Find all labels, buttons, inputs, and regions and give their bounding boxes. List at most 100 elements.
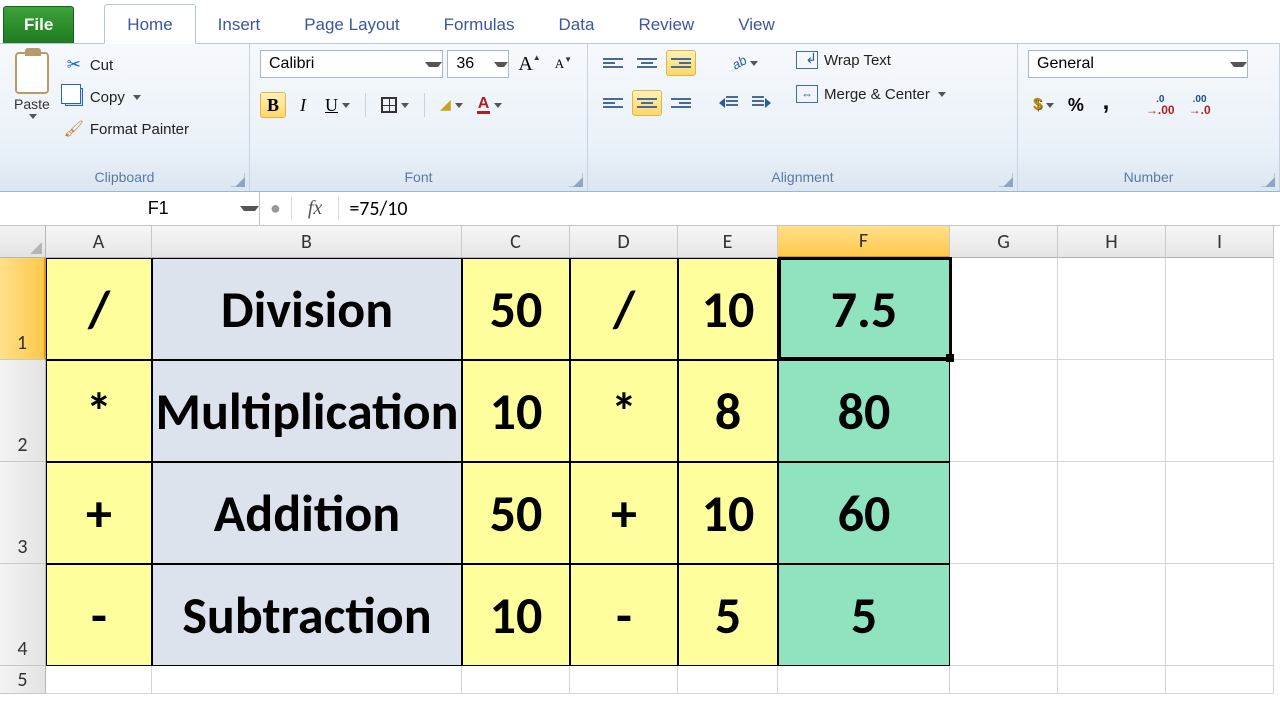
cell-D5[interactable]: [570, 666, 678, 694]
cell-B5[interactable]: [152, 666, 462, 694]
tab-home[interactable]: Home: [104, 4, 195, 44]
cell-C4[interactable]: 10: [462, 564, 570, 666]
font-size-combo[interactable]: [447, 50, 509, 78]
comma-style-button[interactable]: [1093, 92, 1119, 118]
chevron-down-icon[interactable]: [1230, 62, 1247, 67]
cell-G1[interactable]: [950, 258, 1058, 360]
col-header-D[interactable]: D: [570, 226, 678, 258]
cell-E4[interactable]: 5: [678, 564, 778, 666]
align-left-button[interactable]: [598, 90, 628, 116]
cell-A5[interactable]: [46, 666, 152, 694]
format-painter-button[interactable]: Format Painter: [62, 118, 191, 140]
tab-review[interactable]: Review: [616, 5, 716, 43]
cell-I2[interactable]: [1166, 360, 1274, 462]
cut-button[interactable]: Cut: [62, 54, 191, 76]
cell-E2[interactable]: 8: [678, 360, 778, 462]
cell-G5[interactable]: [950, 666, 1058, 694]
tab-page-layout[interactable]: Page Layout: [282, 5, 421, 43]
tab-formulas[interactable]: Formulas: [422, 5, 537, 43]
col-header-F[interactable]: F: [778, 226, 950, 258]
align-center-button[interactable]: [632, 90, 662, 116]
cell-G4[interactable]: [950, 564, 1058, 666]
cell-B3[interactable]: Addition: [152, 462, 462, 564]
cell-D2[interactable]: *: [570, 360, 678, 462]
col-header-C[interactable]: C: [462, 226, 570, 258]
align-bottom-button[interactable]: [666, 50, 696, 76]
cell-E5[interactable]: [678, 666, 778, 694]
cell-C5[interactable]: [462, 666, 570, 694]
cell-E3[interactable]: 10: [678, 462, 778, 564]
align-top-button[interactable]: [598, 50, 628, 76]
font-name-combo[interactable]: [260, 50, 443, 78]
cell-B4[interactable]: Subtraction: [152, 564, 462, 666]
cell-H3[interactable]: [1058, 462, 1166, 564]
align-right-button[interactable]: [666, 90, 696, 116]
cell-F3[interactable]: 60: [778, 462, 950, 564]
row-header-2[interactable]: 2: [0, 360, 46, 462]
cell-D3[interactable]: +: [570, 462, 678, 564]
number-format-combo[interactable]: [1028, 50, 1248, 78]
col-header-E[interactable]: E: [678, 226, 778, 258]
formula-input[interactable]: [339, 197, 1280, 221]
cell-G2[interactable]: [950, 360, 1058, 462]
cell-A4[interactable]: -: [46, 564, 152, 666]
bold-button[interactable]: B: [260, 92, 286, 118]
align-middle-button[interactable]: [632, 50, 662, 76]
paste-button[interactable]: Paste: [10, 50, 54, 121]
cancel-formula-icon[interactable]: ●: [260, 198, 291, 219]
italic-button[interactable]: I: [290, 92, 316, 118]
cell-C1[interactable]: 50: [462, 258, 570, 360]
row-header-5[interactable]: 5: [0, 666, 46, 694]
select-all-button[interactable]: [0, 226, 46, 258]
row-header-4[interactable]: 4: [0, 564, 46, 666]
cell-D1[interactable]: /: [570, 258, 678, 360]
increase-decimal-button[interactable]: .0→.00: [1141, 92, 1180, 118]
decrease-font-button[interactable]: [550, 51, 577, 77]
tab-insert[interactable]: Insert: [196, 5, 283, 43]
row-header-3[interactable]: 3: [0, 462, 46, 564]
cell-reference-input[interactable]: [0, 197, 238, 220]
chevron-down-icon[interactable]: [425, 62, 442, 67]
cell-I3[interactable]: [1166, 462, 1274, 564]
dialog-launcher-icon[interactable]: [569, 173, 583, 187]
cell-I1[interactable]: [1166, 258, 1274, 360]
cell-H1[interactable]: [1058, 258, 1166, 360]
chevron-down-icon[interactable]: [494, 62, 508, 67]
accounting-format-button[interactable]: [1028, 92, 1059, 118]
col-header-B[interactable]: B: [152, 226, 462, 258]
copy-button[interactable]: Copy: [62, 86, 191, 108]
cell-C3[interactable]: 50: [462, 462, 570, 564]
cell-F2[interactable]: 80: [778, 360, 950, 462]
cell-I5[interactable]: [1166, 666, 1274, 694]
font-color-button[interactable]: [472, 92, 508, 118]
decrease-decimal-button[interactable]: .00→.0: [1184, 92, 1216, 118]
cell-B1[interactable]: Division: [152, 258, 462, 360]
cell-F4[interactable]: 5: [778, 564, 950, 666]
border-button[interactable]: [376, 92, 414, 118]
dialog-launcher-icon[interactable]: [231, 173, 245, 187]
cell-F1[interactable]: 7.5: [778, 258, 950, 360]
cell-A3[interactable]: +: [46, 462, 152, 564]
increase-indent-button[interactable]: [747, 90, 776, 116]
cell-E1[interactable]: 10: [678, 258, 778, 360]
cell-C2[interactable]: 10: [462, 360, 570, 462]
decrease-indent-button[interactable]: [714, 90, 743, 116]
percent-button[interactable]: [1063, 92, 1089, 118]
col-header-H[interactable]: H: [1058, 226, 1166, 258]
tab-file[interactable]: File: [3, 6, 74, 43]
col-header-G[interactable]: G: [950, 226, 1058, 258]
cell-G3[interactable]: [950, 462, 1058, 564]
tab-view[interactable]: View: [716, 5, 797, 43]
tab-data[interactable]: Data: [537, 5, 617, 43]
fx-button[interactable]: fx: [291, 197, 339, 220]
cell-A1[interactable]: /: [46, 258, 152, 360]
cell-F5[interactable]: [778, 666, 950, 694]
number-format-input[interactable]: [1029, 55, 1228, 73]
col-header-I[interactable]: I: [1166, 226, 1274, 258]
chevron-down-icon[interactable]: [240, 206, 259, 211]
cell-H2[interactable]: [1058, 360, 1166, 462]
cell-I4[interactable]: [1166, 564, 1274, 666]
wrap-text-button[interactable]: Wrap Text: [794, 50, 948, 70]
name-box[interactable]: [0, 192, 260, 225]
font-name-input[interactable]: [261, 55, 423, 73]
